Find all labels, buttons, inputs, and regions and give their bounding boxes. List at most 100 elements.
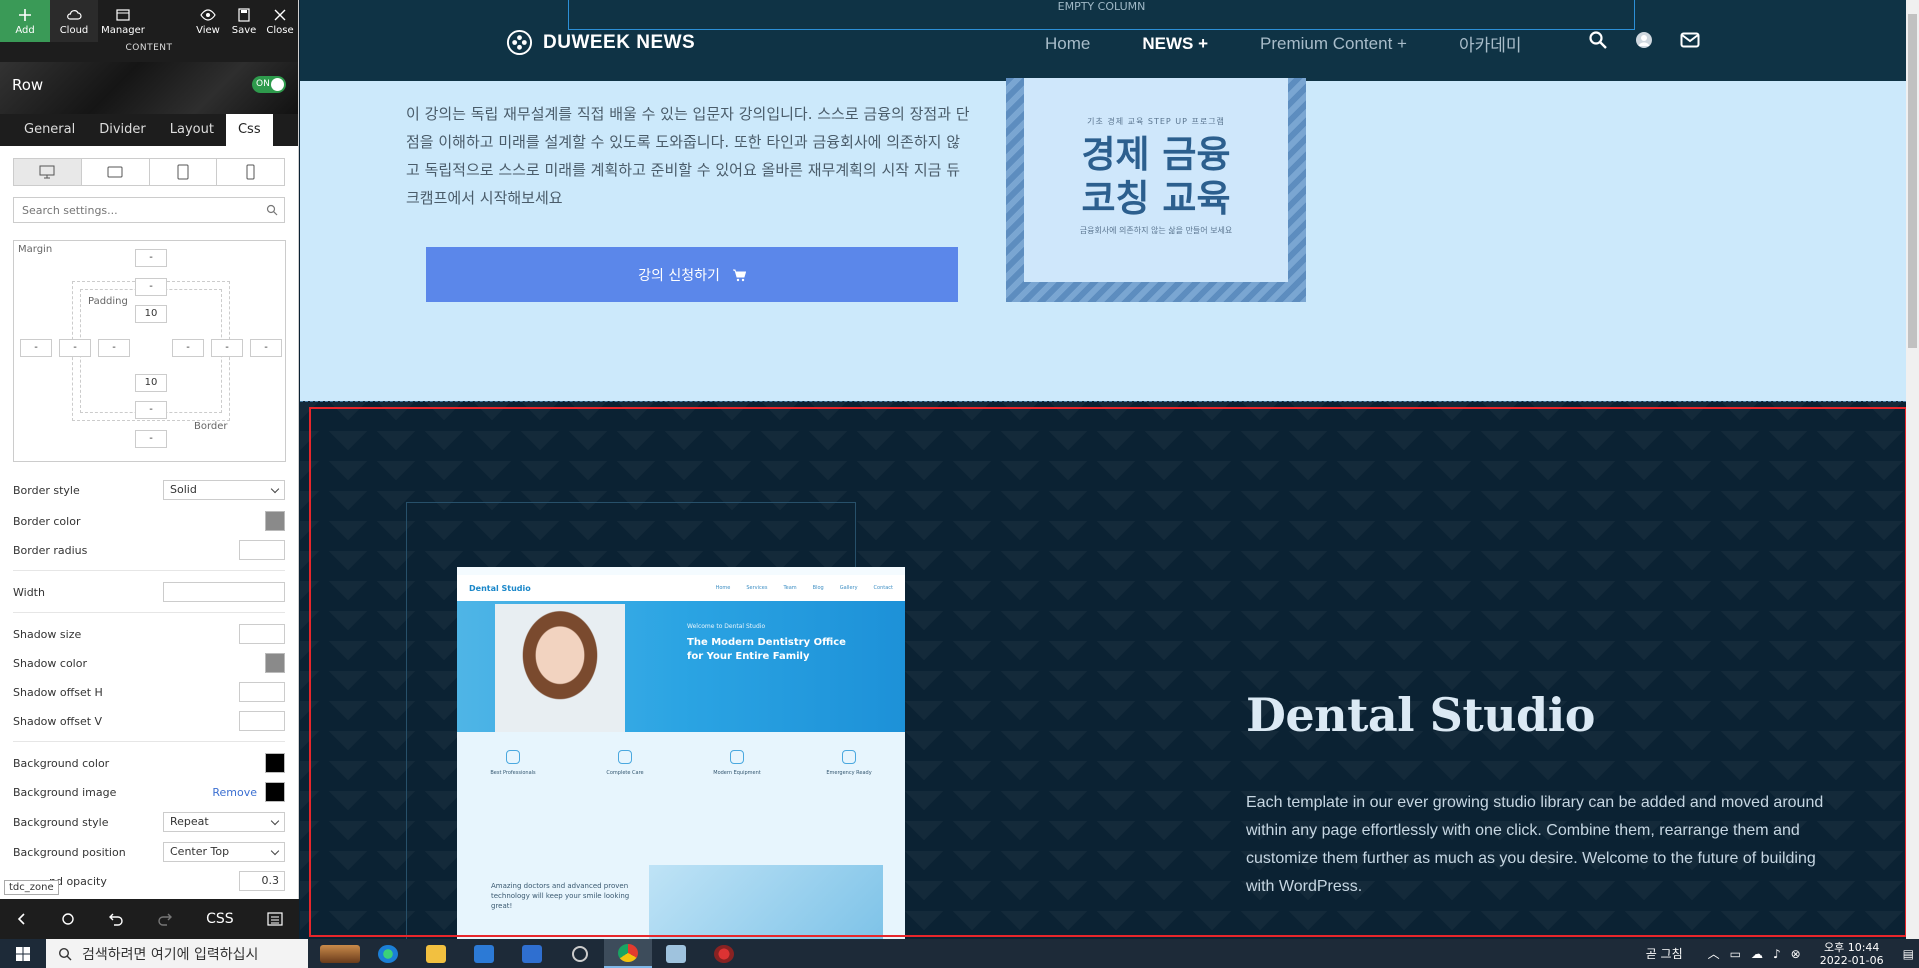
css-button[interactable]: CSS (206, 911, 234, 927)
tab-css[interactable]: Css (225, 114, 273, 146)
taskbar-app-news[interactable] (316, 939, 364, 968)
clock-date: 2022-01-06 (1819, 953, 1884, 967)
border-top-input[interactable]: - (135, 278, 167, 296)
device-tablet-landscape[interactable] (82, 159, 150, 185)
padding-top-input[interactable]: 10 (135, 305, 167, 323)
shadow-color-swatch[interactable] (265, 653, 285, 673)
tab-layout[interactable]: Layout (158, 114, 226, 146)
bg-position-row: Background position Center Top (13, 841, 285, 863)
mock-link: Contact (873, 585, 893, 591)
view-label: View (196, 24, 220, 36)
settings-search (13, 197, 285, 223)
shadow-size-input[interactable] (239, 624, 285, 644)
row-toggle[interactable]: ON (252, 76, 286, 93)
add-button[interactable]: Add (0, 0, 50, 42)
redo-icon[interactable] (157, 912, 173, 926)
margin-top-input[interactable]: - (135, 249, 167, 267)
apply-course-button[interactable]: 강의 신청하기 (426, 247, 958, 302)
bg-image-remove-link[interactable]: Remove (212, 786, 257, 799)
nav-home[interactable]: Home (1045, 34, 1090, 54)
nav-premium-content[interactable]: Premium Content + (1260, 34, 1407, 54)
notification-icon[interactable]: ▤ (1903, 947, 1914, 961)
margin-bottom-input[interactable]: - (135, 430, 167, 448)
shadow-offset-v-label: Shadow offset V (13, 714, 103, 728)
site-logo[interactable]: DUWEEK NEWS (506, 29, 695, 56)
book-subtitle: 기초 경제 교육 STEP UP 프로그램 (1087, 117, 1225, 126)
bg-image-thumb[interactable] (265, 782, 285, 802)
save-icon (238, 7, 250, 22)
user-avatar-icon[interactable] (1634, 30, 1654, 50)
nav-academy[interactable]: 아카데미 (1459, 31, 1522, 56)
canvas-scrollbar[interactable] (1906, 0, 1919, 939)
shadow-offset-h-input[interactable] (239, 682, 285, 702)
padding-right-input[interactable]: - (172, 339, 204, 357)
shadow-offset-v-input[interactable] (239, 711, 285, 731)
divider (13, 570, 285, 571)
border-color-swatch[interactable] (265, 511, 285, 531)
chevron-left-icon[interactable] (16, 912, 28, 926)
network-icon[interactable]: ▭ (1730, 947, 1741, 961)
bg-position-select[interactable]: Center Top (163, 842, 285, 862)
manager-button[interactable]: Manager (98, 0, 148, 42)
padding-left-input[interactable]: - (98, 339, 130, 357)
border-left-input[interactable]: - (59, 339, 91, 357)
border-bottom-input[interactable]: - (135, 401, 167, 419)
device-phone[interactable] (217, 159, 284, 185)
list-icon[interactable] (266, 912, 283, 926)
scrollbar-thumb[interactable] (1908, 14, 1917, 348)
taskbar-app-store[interactable] (508, 939, 556, 968)
cloud-button[interactable]: Cloud (50, 0, 98, 42)
margin-left-input[interactable]: - (20, 339, 52, 357)
border-radius-input[interactable] (239, 540, 285, 560)
bg-opacity-input[interactable]: 0.3 (239, 871, 285, 891)
mock-portrait (495, 604, 625, 732)
taskbar-app-other[interactable] (700, 939, 748, 968)
mock-feature-label: Emergency Ready (826, 770, 872, 776)
save-label: Save (231, 24, 257, 36)
start-button[interactable] (0, 939, 46, 968)
bg-color-label: Background color (13, 756, 110, 770)
bg-style-select[interactable]: Repeat (163, 812, 285, 832)
close-circle-icon[interactable]: ⊗ (1791, 947, 1801, 961)
taskbar-app-edge[interactable] (364, 939, 412, 968)
save-button[interactable]: Save (226, 0, 262, 42)
search-icon[interactable] (1588, 30, 1608, 50)
nav-news[interactable]: NEWS + (1142, 34, 1208, 54)
border-style-select[interactable]: Solid (163, 480, 285, 500)
box-model-editor: Margin Padding Border - - 10 - - - - - -… (13, 240, 286, 462)
view-button[interactable]: View (190, 0, 226, 42)
taskbar-app-explorer[interactable] (412, 939, 460, 968)
mail-icon[interactable] (1680, 30, 1700, 50)
cloud-icon[interactable]: ☁ (1751, 947, 1763, 961)
taskbar-app-mail[interactable] (460, 939, 508, 968)
taskbar-app-settings[interactable] (556, 939, 604, 968)
device-desktop[interactable] (14, 159, 82, 185)
cloud-label: Cloud (59, 24, 89, 36)
close-button[interactable]: Close (262, 0, 298, 42)
taskbar-app-notepad[interactable] (652, 939, 700, 968)
search-input[interactable] (14, 198, 284, 222)
undo-icon[interactable] (108, 912, 124, 926)
margin-right-input[interactable]: - (250, 339, 282, 357)
padding-bottom-input[interactable]: 10 (135, 374, 167, 392)
width-input[interactable] (163, 582, 285, 602)
dental-template-preview[interactable]: Dental Studio Home Services Team Blog Ga… (457, 567, 905, 939)
bg-color-swatch[interactable] (265, 753, 285, 773)
tab-divider[interactable]: Divider (87, 114, 158, 146)
mail-icon (474, 944, 494, 963)
weather-widget[interactable]: 곧 그침 (1646, 945, 1683, 962)
tab-general[interactable]: General (12, 114, 87, 146)
border-style-row: Border style Solid (13, 479, 285, 501)
tooth-icon (618, 750, 632, 764)
phone-icon (246, 164, 255, 180)
speaker-icon[interactable]: ♪ (1773, 947, 1781, 961)
taskbar-search[interactable]: 검색하려면 여기에 입력하십시 (46, 939, 308, 968)
taskbar-clock[interactable]: 오후 10:44 2022-01-06 (1820, 941, 1884, 967)
taskbar-app-chrome[interactable] (604, 939, 652, 968)
device-tablet-portrait[interactable] (150, 159, 218, 185)
chevron-up-icon[interactable]: ︿ (1708, 945, 1720, 962)
circle-icon[interactable] (61, 912, 75, 926)
border-right-input[interactable]: - (211, 339, 243, 357)
news-widget-icon (320, 944, 360, 963)
empty-column-placeholder[interactable]: EMPTY COLUMN (568, 0, 1635, 30)
